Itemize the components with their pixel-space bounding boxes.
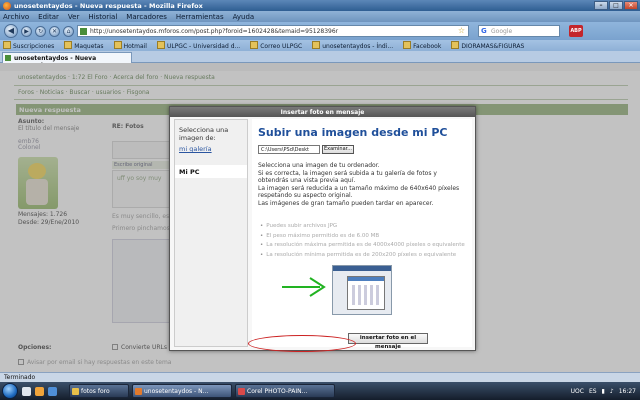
window-title: unosetentaydos - Nueva respuesta - Mozil… [14, 2, 203, 10]
stop-icon[interactable]: ✕ [49, 25, 60, 37]
file-path-input[interactable]: C:\Users\PSd\Deskt [258, 145, 320, 154]
upload-limits: Puedes subir archivos JPG El peso máximo… [260, 222, 468, 260]
limit-item: El peso máximo permitido es de 6.00 MB [260, 232, 468, 242]
bookmark-item[interactable]: ULPGC - Universidad d... [157, 41, 240, 50]
taskbar-button[interactable]: unosetentaydos - N... [132, 384, 232, 398]
vpn-label[interactable]: UOC [571, 388, 584, 395]
firefox-quick-icon[interactable] [35, 386, 44, 396]
menu-historial[interactable]: Historial [88, 13, 117, 22]
bookmark-item[interactable]: Correo ULPGC [250, 41, 302, 50]
instruction-line: Si es correcta, la imagen será subida a … [258, 169, 437, 185]
upload-heading: Subir una imagen desde mi PC [258, 126, 448, 139]
taskbar-label: unosetentaydos - N... [144, 388, 209, 395]
instruction-line: Selecciona una imagen de tu ordenador. [258, 162, 380, 169]
menu-archivo[interactable]: Archivo [3, 13, 29, 22]
menu-bar: Archivo Editar Ver Historial Marcadores … [0, 11, 640, 22]
instruction-line: Las imágenes de gran tamaño pueden tarda… [258, 199, 434, 207]
bookmarks-toolbar: Suscripciones Maquetas Hotmail ULPGC - U… [0, 40, 640, 51]
clock[interactable]: 16:27 [619, 388, 636, 395]
limit-item: Puedes subir archivos JPG [260, 222, 468, 232]
status-bar: Terminado [0, 372, 640, 382]
limit-item: La resolución mínima permitida es de 200… [260, 251, 468, 261]
my-gallery-link[interactable]: mi galería [179, 145, 212, 153]
source-heading: Selecciona una imagen de: [179, 126, 229, 142]
highlight-circle [248, 335, 356, 352]
close-window-button[interactable]: ✕ [624, 1, 638, 10]
ie-quick-icon[interactable] [48, 386, 57, 396]
search-box[interactable]: G Google [478, 25, 560, 37]
green-arrow-icon [282, 277, 326, 297]
firefox-icon [135, 388, 142, 395]
start-orb-icon[interactable] [2, 383, 18, 399]
tab-strip: unosetentaydos - Nueva respuesta [0, 51, 640, 69]
taskbar: fotos foro unosetentaydos - N... Corel P… [0, 382, 640, 400]
taskbar-button[interactable]: Corel PHOTO-PAIN... [235, 384, 335, 398]
system-tray: UOC ES ▮ ♪ 16:27 [571, 388, 640, 395]
site-favicon-icon [80, 28, 87, 35]
navigation-toolbar: ◀ ▶ ↻ ✕ ⌂ http://unosetentaydos.mforos.c… [0, 22, 640, 40]
taskbar-label: fotos foro [81, 388, 110, 395]
window-controls: – □ ✕ [594, 1, 638, 10]
maximize-button[interactable]: □ [609, 1, 623, 10]
instruction-line: La imagen será reducida a un tamaño máxi… [258, 184, 460, 200]
insert-photo-button[interactable]: insertar foto en el mensaje [348, 333, 428, 350]
browse-button[interactable]: Examinar... [322, 145, 354, 154]
taskbar-button[interactable]: fotos foro [69, 384, 129, 398]
show-desktop-icon[interactable] [22, 386, 31, 396]
folder-icon [72, 388, 79, 395]
reload-icon[interactable]: ↻ [35, 25, 46, 37]
bookmark-star-icon[interactable]: ☆ [458, 26, 465, 35]
home-icon[interactable]: ⌂ [63, 25, 74, 37]
search-placeholder: Google [491, 28, 513, 35]
upload-instructions: Selecciona una imagen de tu ordenador. S… [258, 162, 468, 207]
menu-marcadores[interactable]: Marcadores [126, 13, 167, 22]
menu-ayuda[interactable]: Ayuda [233, 13, 255, 22]
upload-preview-image [332, 265, 392, 315]
forward-arrow-icon[interactable]: ▶ [21, 25, 32, 37]
bookmark-item[interactable]: Hotmail [114, 41, 147, 50]
google-icon: G [481, 27, 487, 35]
firefox-icon [3, 2, 11, 10]
tab-nueva-respuesta[interactable]: unosetentaydos - Nueva respuesta [2, 52, 132, 69]
my-pc-tab[interactable]: Mi PC [175, 165, 247, 178]
network-icon[interactable]: ▮ [602, 388, 605, 395]
bookmark-item[interactable]: Suscripciones [3, 41, 54, 50]
dialog-main: Subir una imagen desde mi PC C:\Users\PS… [252, 119, 472, 350]
bookmark-item[interactable]: Maquetas [64, 41, 103, 50]
window-titlebar: unosetentaydos - Nueva respuesta - Mozil… [0, 0, 640, 11]
adblock-icon[interactable]: ABP [569, 25, 583, 37]
back-arrow-icon[interactable]: ◀ [4, 24, 18, 38]
volume-icon[interactable]: ♪ [610, 388, 614, 395]
limit-item: La resolución máxima permitida es de 400… [260, 241, 468, 251]
page-content: unosetentaydos · 1:72 El Foro · Acerca d… [0, 63, 640, 372]
bookmark-item[interactable]: unosetentaydos - Índi... [312, 41, 393, 50]
language-indicator[interactable]: ES [589, 388, 597, 395]
dialog-title: Insertar foto en mensaje [170, 107, 475, 117]
taskbar-label: Corel PHOTO-PAIN... [247, 388, 308, 395]
tab-favicon-icon [5, 55, 11, 61]
menu-editar[interactable]: Editar [38, 13, 59, 22]
address-bar[interactable]: http://unosetentaydos.mforos.com/post.ph… [77, 25, 469, 37]
bookmark-item[interactable]: Facebook [403, 41, 441, 50]
bookmark-item[interactable]: DIORAMAS&FIGURAS [451, 41, 524, 50]
insert-photo-dialog: Insertar foto en mensaje × Selecciona un… [169, 106, 476, 351]
corel-icon [238, 388, 245, 395]
menu-ver[interactable]: Ver [68, 13, 79, 22]
menu-herramientas[interactable]: Herramientas [176, 13, 224, 22]
dialog-sidebar: Selecciona una imagen de: mi galería Mi … [174, 119, 248, 347]
minimize-button[interactable]: – [594, 1, 608, 10]
address-text: http://unosetentaydos.mforos.com/post.ph… [90, 28, 339, 35]
